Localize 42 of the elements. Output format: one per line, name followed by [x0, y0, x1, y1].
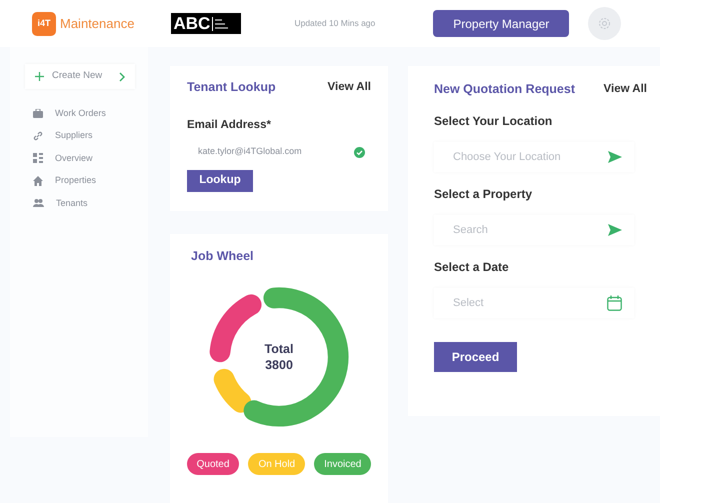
card-title: Tenant Lookup: [187, 79, 276, 96]
input-field[interactable]: Choose Your Location: [434, 142, 634, 172]
calendar-icon[interactable]: [607, 294, 622, 311]
sidebar-item[interactable]: Suppliers: [33, 124, 133, 147]
field-label: Select Your Location: [434, 112, 554, 130]
field-label: Email Address*: [187, 118, 272, 133]
field-label: Select a Property: [434, 186, 534, 203]
settings-icon[interactable]: [588, 7, 622, 40]
sidebar-item[interactable]: Work Orders: [33, 102, 133, 124]
legend-chip: On Hold: [248, 453, 306, 476]
users-icon: [33, 199, 44, 208]
sidebar-item[interactable]: Properties: [33, 170, 133, 192]
legend-chip: Invoiced: [314, 453, 372, 476]
brand-logo: ABC: [171, 13, 242, 34]
view-all-link[interactable]: View All: [328, 78, 371, 96]
send-icon[interactable]: [608, 150, 622, 163]
property-manager-button[interactable]: Property Manager: [433, 10, 570, 37]
proceed-button[interactable]: Proceed: [434, 342, 517, 372]
app-name: Maintenance: [60, 14, 134, 33]
card-title: Job Wheel: [190, 248, 255, 266]
lookup-button[interactable]: Lookup: [187, 170, 253, 192]
view-all-link[interactable]: View All: [604, 80, 647, 98]
card-title: New Quotation Request: [434, 81, 575, 98]
home-icon: [33, 176, 43, 186]
input-field[interactable]: Select: [434, 288, 634, 318]
create-new-button[interactable]: Create New: [25, 64, 135, 89]
field-label: Select a Date: [434, 258, 510, 276]
total-value: 3800: [265, 357, 293, 374]
app-logo-icon: i4T: [32, 12, 56, 36]
plus-icon: [35, 72, 44, 81]
briefcase-icon: [33, 108, 43, 118]
link-icon: [33, 130, 43, 141]
email-field[interactable]: kate.tylor@i4TGlobal.com: [187, 139, 371, 165]
legend-chip: Quoted: [186, 453, 240, 476]
chevron-right-icon: [119, 72, 125, 82]
send-icon[interactable]: [608, 224, 622, 236]
grid-icon: [33, 153, 43, 164]
total-label: Total: [264, 341, 294, 358]
sidebar-item[interactable]: Tenants: [33, 192, 133, 214]
updated-text: Updated 10 Mins ago: [294, 17, 376, 30]
sidebar-item[interactable]: Overview: [33, 147, 133, 170]
input-field[interactable]: Search: [434, 214, 634, 245]
